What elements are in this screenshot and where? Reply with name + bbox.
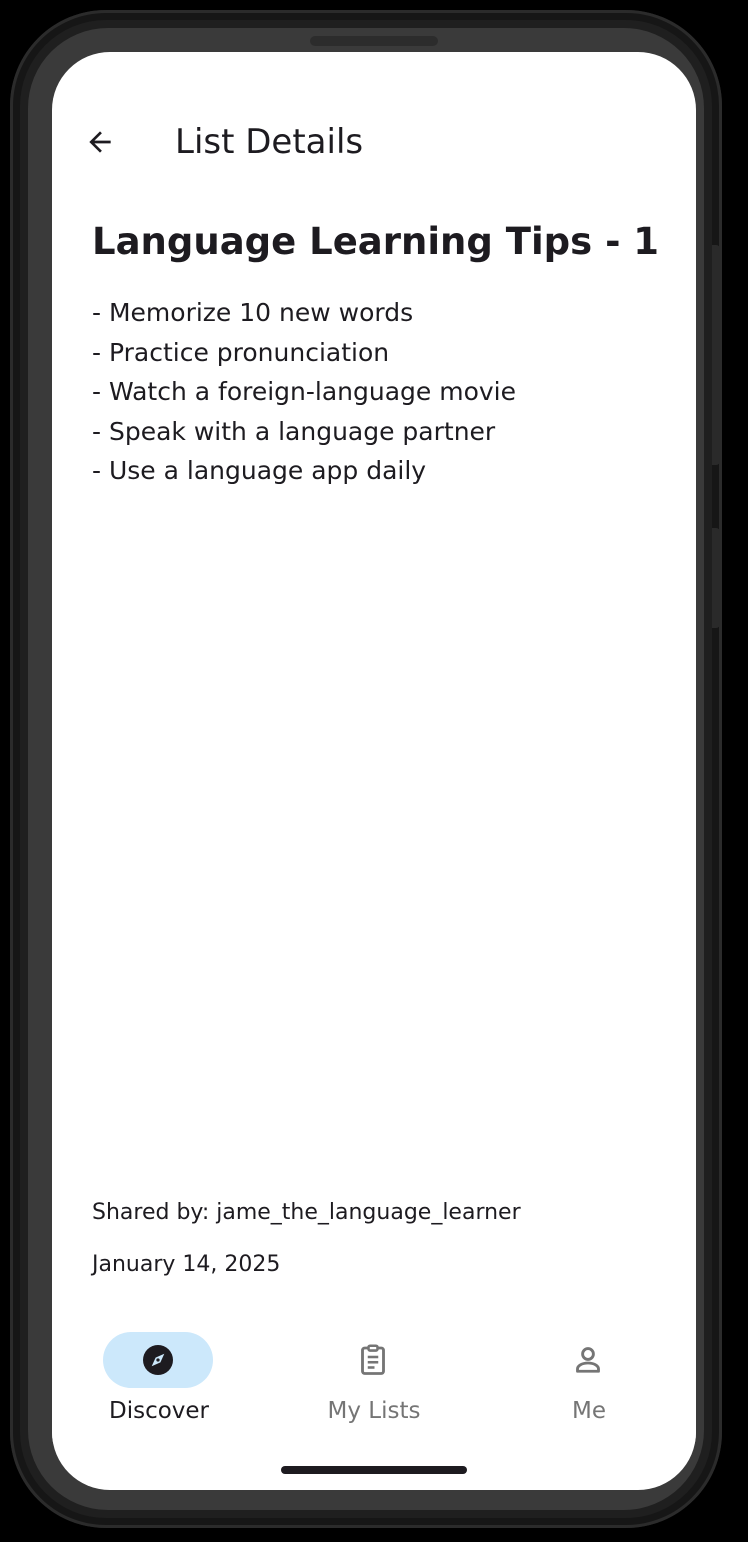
- screen: List Details Language Learning Tips - 1 …: [52, 52, 696, 1490]
- list-item: - Practice pronunciation: [92, 337, 390, 367]
- nav-icon-container: [318, 1332, 428, 1388]
- page-title: List Details: [175, 122, 364, 162]
- back-button[interactable]: [76, 118, 124, 166]
- bottom-navigation: Discover My Lists Me: [52, 1322, 696, 1442]
- power-button: [712, 528, 720, 628]
- home-indicator[interactable]: [281, 1466, 467, 1474]
- list-item: - Memorize 10 new words: [92, 298, 414, 327]
- nav-item-discover[interactable]: Discover: [52, 1322, 266, 1432]
- nav-active-indicator: [103, 1332, 213, 1388]
- nav-label-me: Me: [572, 1398, 606, 1424]
- nav-icon-container: [533, 1332, 643, 1388]
- list-item: - Speak with a language partner: [92, 416, 496, 446]
- nav-item-my-lists[interactable]: My Lists: [267, 1322, 481, 1432]
- speaker-grille: [310, 36, 438, 46]
- nav-label-my-lists: My Lists: [327, 1398, 421, 1424]
- volume-button: [712, 245, 720, 465]
- app-bar: List Details: [52, 110, 696, 174]
- list-items: - Memorize 10 new words - Practice pronu…: [92, 293, 516, 491]
- list-title: Language Learning Tips - 1: [92, 220, 660, 263]
- shared-date: January 14, 2025: [92, 1252, 281, 1277]
- clipboard-list-icon: [361, 1344, 385, 1375]
- person-icon: [576, 1347, 600, 1373]
- nav-item-me[interactable]: Me: [482, 1322, 696, 1432]
- shared-by-text: Shared by: jame_the_language_learner: [92, 1200, 521, 1225]
- nav-label-discover: Discover: [108, 1398, 210, 1424]
- compass-icon: [143, 1345, 173, 1375]
- list-item: - Use a language app daily: [92, 456, 427, 485]
- arrow-back-icon: [89, 131, 111, 153]
- list-item: - Watch a foreign-language movie: [92, 377, 517, 406]
